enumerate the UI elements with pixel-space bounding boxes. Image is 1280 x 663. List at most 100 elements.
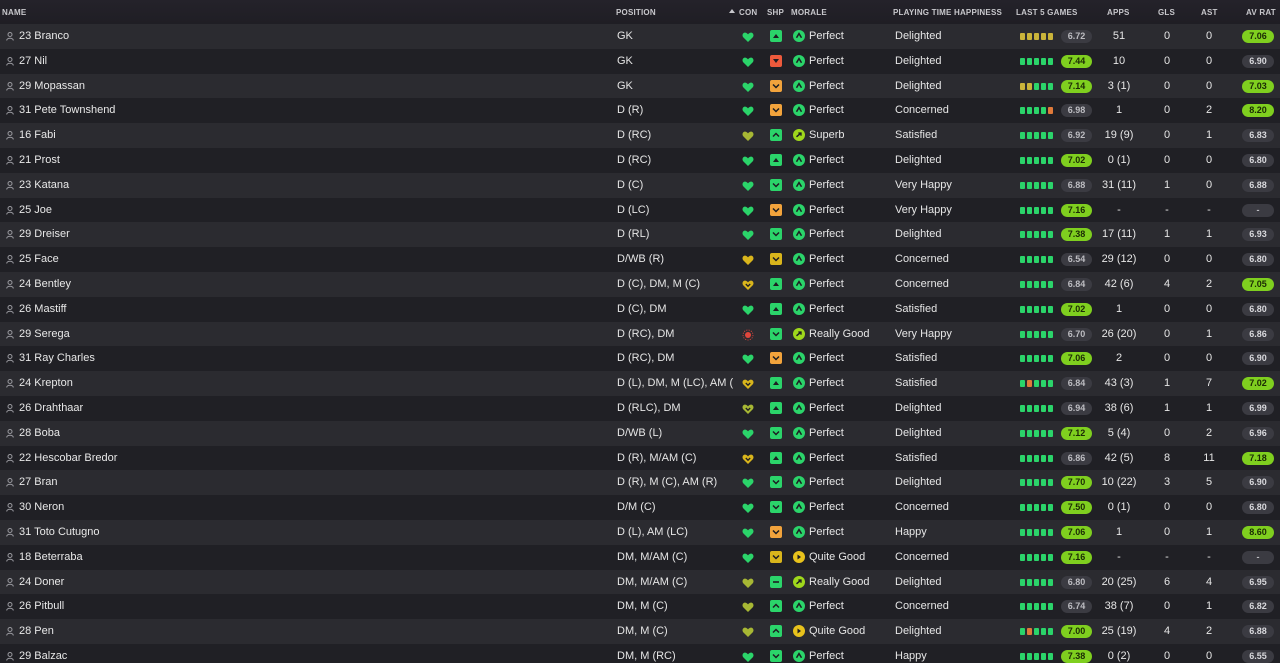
col-header-last5[interactable]: LAST 5 GAMES [1016, 8, 1078, 17]
table-row[interactable]: 29 Balzac DM, M (RC) Perfect Happy 7.38 0 (2)… [0, 644, 1280, 663]
goals: 0 [1163, 426, 1171, 439]
col-header-position[interactable]: POSITION [616, 8, 656, 17]
table-row[interactable]: 27 Nil GK Perfect Delighted 7.44 10 0 0 6.90 [0, 48, 1280, 74]
table-row[interactable]: 26 Mastiff D (C), DM Perfect Satisfied 7.02 1… [0, 296, 1280, 322]
playing-time-happiness: Delighted [895, 426, 942, 439]
goals: - [1165, 203, 1169, 216]
player-name[interactable]: 29 Dreiser [19, 222, 229, 247]
col-header-morale[interactable]: MORALE [791, 8, 827, 17]
form-bar [1041, 578, 1046, 586]
player-name[interactable]: 18 Beterraba [19, 545, 229, 570]
assists: - [1207, 203, 1211, 216]
player-name[interactable]: 22 Hescobar Bredor [19, 446, 229, 471]
form-bar [1034, 181, 1039, 189]
morale-green-up-icon [793, 30, 805, 42]
player-name[interactable]: 27 Nil [19, 49, 229, 74]
form-bar [1048, 454, 1053, 462]
col-header-name[interactable]: NAME [2, 8, 26, 17]
col-header-playing-time[interactable]: PLAYING TIME HAPPINESS [893, 8, 1002, 17]
form-bar [1034, 33, 1039, 40]
last-match-rating: 7.06 [1061, 526, 1092, 539]
appearances: 1 [1115, 104, 1123, 117]
table-row[interactable]: 25 Joe D (LC) Perfect Very Happy 7.16 - - - - [0, 197, 1280, 223]
last-five-form [1020, 405, 1060, 412]
col-header-sharpness[interactable]: SHP [767, 8, 784, 17]
appearances: 38 (6) [1104, 402, 1134, 414]
player-name[interactable]: 29 Serega [19, 322, 229, 347]
goals: - [1165, 550, 1169, 563]
table-row[interactable]: 22 Hescobar Bredor D (R), M/AM (C) Perfect… [0, 445, 1280, 471]
playing-time-happiness: Delighted [895, 30, 942, 42]
table-row[interactable]: 31 Ray Charles D (RC), DM Perfect Satisfied… [0, 346, 1280, 372]
form-bar [1041, 305, 1046, 313]
player-icon [6, 329, 14, 339]
player-name[interactable]: 26 Mastiff [19, 297, 229, 322]
table-row[interactable]: 23 Katana D (C) Perfect Very Happy 6.88 31 (1… [0, 172, 1280, 198]
average-rating: 7.05 [1242, 278, 1274, 291]
player-name[interactable]: 28 Boba [19, 421, 229, 446]
table-row[interactable]: 23 Branco GK Perfect Delighted 6.72 51 0 0 7.06 [0, 24, 1280, 49]
player-name[interactable]: 26 Drahthaar [19, 396, 229, 421]
player-name[interactable]: 25 Joe [19, 198, 229, 223]
table-row[interactable]: 29 Mopassan GK Perfect Delighted 7.14 3 (1) 0 0… [0, 73, 1280, 99]
player-name[interactable]: 30 Neron [19, 495, 229, 520]
morale-yellow-right-icon [793, 550, 805, 563]
player-name[interactable]: 31 Toto Cutugno [19, 520, 229, 545]
player-name[interactable]: 26 Pitbull [19, 594, 229, 619]
playing-time-happiness: Concerned [895, 550, 949, 563]
last-match-rating: 7.50 [1061, 501, 1092, 515]
player-name[interactable]: 23 Branco [19, 24, 229, 49]
player-name[interactable]: 28 Pen [19, 619, 229, 644]
table-row[interactable]: 21 Prost D (RC) Perfect Delighted 7.02 0 (1) 0… [0, 148, 1280, 173]
col-header-av-rating[interactable]: AV RAT [1246, 8, 1276, 17]
col-header-apps[interactable]: APPS [1107, 8, 1130, 17]
table-row[interactable]: 24 Krepton D (L), DM, M (LC), AM (… Perfec… [0, 371, 1280, 397]
assists: 2 [1205, 104, 1213, 117]
table-row[interactable]: 27 Bran D (R), M (C), AM (R) Perfect Deligh… [0, 470, 1280, 496]
player-name[interactable]: 23 Katana [19, 173, 229, 198]
table-row[interactable]: 28 Boba D/WB (L) Perfect Delighted 7.12 5 (4)… [0, 420, 1280, 446]
col-header-condition[interactable]: CON [739, 8, 757, 17]
appearances: 3 (1) [1107, 79, 1131, 92]
player-name[interactable]: 24 Krepton [19, 371, 229, 396]
col-header-goals[interactable]: GLS [1158, 8, 1175, 17]
appearances: 10 (22) [1101, 476, 1137, 489]
player-name[interactable]: 27 Bran [19, 470, 229, 495]
morale-text: Perfect [809, 253, 844, 266]
player-name[interactable]: 21 Prost [19, 148, 229, 173]
average-rating: 6.93 [1242, 228, 1274, 242]
injury-icon [742, 329, 754, 341]
player-name[interactable]: 24 Doner [19, 570, 229, 595]
sharpness-chevron-down-icon [770, 650, 782, 662]
last-five-form [1020, 33, 1060, 40]
table-row[interactable]: 29 Serega D (RC), DM Really Good Very Happy… [0, 321, 1280, 347]
player-name[interactable]: 24 Bentley [19, 272, 229, 297]
goals: 4 [1163, 625, 1171, 638]
appearances: 42 (6) [1104, 278, 1134, 290]
player-name[interactable]: 16 Fabi [19, 123, 229, 148]
table-row[interactable]: 31 Pete Townshend D (R) Perfect Concerned 6.… [0, 98, 1280, 124]
table-row[interactable]: 24 Bentley D (C), DM, M (C) Perfect Concern… [0, 272, 1280, 297]
form-bar [1034, 529, 1039, 536]
player-name[interactable]: 29 Balzac [19, 644, 229, 663]
player-icon [6, 255, 14, 264]
player-name[interactable]: 31 Ray Charles [19, 346, 229, 371]
last-five-form [1020, 504, 1060, 512]
form-bar [1020, 181, 1025, 189]
table-row[interactable]: 16 Fabi D (RC) Superb Satisfied 6.92 19 (9) 0 1… [0, 123, 1280, 149]
table-row[interactable]: 26 Pitbull DM, M (C) Perfect Concerned 6.74 3… [0, 594, 1280, 620]
table-row[interactable]: 18 Beterraba DM, M/AM (C) Quite Good Concer… [0, 544, 1280, 570]
table-row[interactable]: 25 Face D/WB (R) Perfect Concerned 6.54 29 (1… [0, 247, 1280, 273]
player-name[interactable]: 31 Pete Townshend [19, 98, 229, 123]
player-name[interactable]: 29 Mopassan [19, 74, 229, 99]
table-row[interactable]: 28 Pen DM, M (C) Quite Good Delighted 7.00 25… [0, 619, 1280, 645]
condition-heart-icon [742, 651, 754, 663]
table-row[interactable]: 26 Drahthaar D (RLC), DM Perfect Delighted 6… [0, 396, 1280, 421]
col-header-assists[interactable]: AST [1201, 8, 1218, 17]
table-row[interactable]: 31 Toto Cutugno D (L), AM (LC) Perfect Happ… [0, 520, 1280, 545]
table-row[interactable]: 29 Dreiser D (RL) Perfect Delighted 7.38 17 (… [0, 222, 1280, 248]
form-bar [1048, 479, 1053, 487]
table-row[interactable]: 30 Neron D/M (C) Perfect Concerned 7.50 0 (1)… [0, 495, 1280, 521]
table-row[interactable]: 24 Doner DM, M/AM (C) Really Good Delighted… [0, 569, 1280, 595]
player-name[interactable]: 25 Face [19, 247, 229, 272]
